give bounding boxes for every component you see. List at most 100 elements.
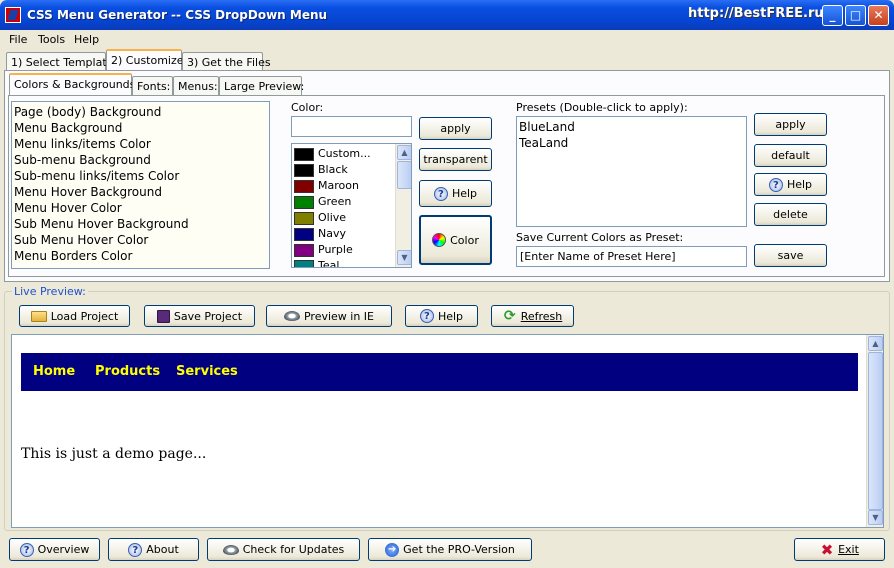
color-help-button[interactable]: ? Help <box>419 180 492 207</box>
color-option[interactable]: Black <box>292 162 395 178</box>
demo-menu-home[interactable]: Home <box>33 364 75 379</box>
preset-delete-button[interactable]: delete <box>754 203 827 226</box>
preset-default-button[interactable]: default <box>754 144 827 167</box>
preview-help-button[interactable]: ? Help <box>405 305 478 327</box>
scroll-down-icon[interactable]: ▼ <box>397 250 411 265</box>
color-label: Color: <box>291 101 324 114</box>
eye-icon <box>283 311 300 321</box>
maximize-button[interactable]: □ <box>845 5 866 26</box>
list-item[interactable]: Page (body) Background <box>12 104 269 120</box>
preview-ie-button[interactable]: Preview in IE <box>266 305 392 327</box>
scroll-up-icon[interactable]: ▲ <box>397 145 411 160</box>
menu-help[interactable]: Help <box>74 33 99 46</box>
refresh-button[interactable]: ⟳ Refresh <box>491 305 574 327</box>
color-swatch <box>294 259 314 267</box>
close-button[interactable]: ✕ <box>868 5 889 26</box>
save-project-button[interactable]: Save Project <box>144 305 255 327</box>
list-item[interactable]: Menu Hover Background <box>12 184 269 200</box>
about-button[interactable]: ? About <box>108 538 199 561</box>
app-icon <box>5 7 21 23</box>
color-wheel-icon <box>432 233 447 247</box>
save-preset-label: Save Current Colors as Preset: <box>516 231 684 244</box>
exit-button[interactable]: ✖ Exit <box>794 538 885 561</box>
list-item[interactable]: TeaLand <box>517 135 746 151</box>
list-item[interactable]: Sub-menu Background <box>12 152 269 168</box>
color-option[interactable]: Purple <box>292 242 395 258</box>
color-option-label: Green <box>318 195 352 208</box>
list-item[interactable]: Menu Borders Color <box>12 248 269 264</box>
color-picker-button[interactable]: Color <box>419 215 492 265</box>
subtab-menus[interactable]: Menus: <box>173 76 219 95</box>
live-preview-label: Live Preview: <box>12 285 88 298</box>
color-option[interactable]: Green <box>292 194 395 210</box>
eye-icon <box>222 544 239 555</box>
presets-label: Presets (Double-click to apply): <box>516 101 688 114</box>
folder-icon <box>30 310 47 322</box>
list-item[interactable]: Menu Hover Color <box>12 200 269 216</box>
color-option-label: Maroon <box>318 179 359 192</box>
color-option-label: Black <box>318 163 348 176</box>
scroll-down-icon[interactable]: ▼ <box>868 510 883 525</box>
list-item[interactable]: BlueLand <box>517 119 746 135</box>
subtab-colors[interactable]: Colors & Backgrounds: <box>9 73 139 95</box>
tab-get-files[interactable]: 3) Get the Files <box>182 52 271 71</box>
color-option-label: Olive <box>318 211 347 224</box>
preset-save-button[interactable]: save <box>754 244 827 267</box>
help-icon: ? <box>419 309 434 323</box>
overview-button[interactable]: ? Overview <box>9 538 100 561</box>
scroll-thumb[interactable] <box>397 161 411 189</box>
list-item[interactable]: Menu links/items Color <box>12 136 269 152</box>
preset-apply-button[interactable]: apply <box>754 113 827 136</box>
preset-name-input[interactable]: [Enter Name of Preset Here] <box>516 246 747 267</box>
close-x-icon: ✖ <box>820 540 834 559</box>
demo-menu-products[interactable]: Products <box>95 364 160 379</box>
tab-select-template[interactable]: 1) Select Template <box>6 52 113 71</box>
list-item[interactable]: Sub Menu Hover Background <box>12 216 269 232</box>
load-project-button[interactable]: Load Project <box>19 305 130 327</box>
preview-scrollbar[interactable]: ▲ ▼ <box>866 335 883 527</box>
color-swatch <box>294 227 314 241</box>
floppy-disk-icon <box>156 309 170 323</box>
color-swatch <box>294 163 314 177</box>
list-item[interactable]: Sub Menu Hover Color <box>12 232 269 248</box>
presets-list[interactable]: BlueLand TeaLand <box>516 116 747 227</box>
check-updates-button[interactable]: Check for Updates <box>207 538 360 561</box>
list-item[interactable]: Sub-menu links/items Color <box>12 168 269 184</box>
color-option[interactable]: Teal <box>292 258 395 268</box>
preset-help-button[interactable]: ? Help <box>754 173 827 196</box>
refresh-icon: ⟳ <box>503 308 516 324</box>
menu-file[interactable]: File <box>9 33 27 46</box>
demo-menu-services[interactable]: Services <box>176 364 238 379</box>
menu-bar: File Tools Help <box>0 30 894 49</box>
color-list[interactable]: Custom... Black Maroon Green Olive Navy Purple… <box>291 143 412 268</box>
list-item[interactable]: Menu Background <box>12 120 269 136</box>
color-list-scrollbar[interactable]: ▲ ▼ <box>395 144 411 267</box>
color-option[interactable]: Olive <box>292 210 395 226</box>
color-option[interactable]: Navy <box>292 226 395 242</box>
color-swatch <box>294 147 314 161</box>
color-apply-button[interactable]: apply <box>419 117 492 140</box>
minimize-button[interactable]: _ <box>822 5 843 26</box>
color-option-label: Purple <box>318 243 353 256</box>
arrow-right-icon: ➔ <box>385 542 400 557</box>
demo-menu-bar: Home Products Services <box>21 353 858 391</box>
title-bar: CSS Menu Generator -- CSS DropDown Menu … <box>0 0 894 30</box>
subtab-large-preview[interactable]: Large Preview: <box>219 76 304 95</box>
color-option[interactable]: Maroon <box>292 178 395 194</box>
scroll-up-icon[interactable]: ▲ <box>868 336 883 351</box>
elements-list[interactable]: Page (body) Background Menu Background M… <box>11 101 270 269</box>
color-input[interactable] <box>291 116 412 137</box>
help-icon: ? <box>19 542 34 557</box>
preview-pane[interactable]: Home Products Services This is just a de… <box>11 334 884 528</box>
get-pro-button[interactable]: ➔ Get the PRO-Version <box>368 538 532 561</box>
scroll-thumb[interactable] <box>868 352 883 510</box>
color-option-label: Teal <box>318 259 340 268</box>
menu-tools[interactable]: Tools <box>38 33 65 46</box>
color-option[interactable]: Custom... <box>292 146 395 162</box>
color-swatch <box>294 195 314 209</box>
color-swatch <box>294 211 314 225</box>
transparent-button[interactable]: transparent <box>419 148 492 171</box>
subtab-fonts[interactable]: Fonts: <box>132 76 173 95</box>
tab-customize[interactable]: 2) Customize <box>106 49 184 71</box>
demo-page-text: This is just a demo page... <box>21 446 207 462</box>
